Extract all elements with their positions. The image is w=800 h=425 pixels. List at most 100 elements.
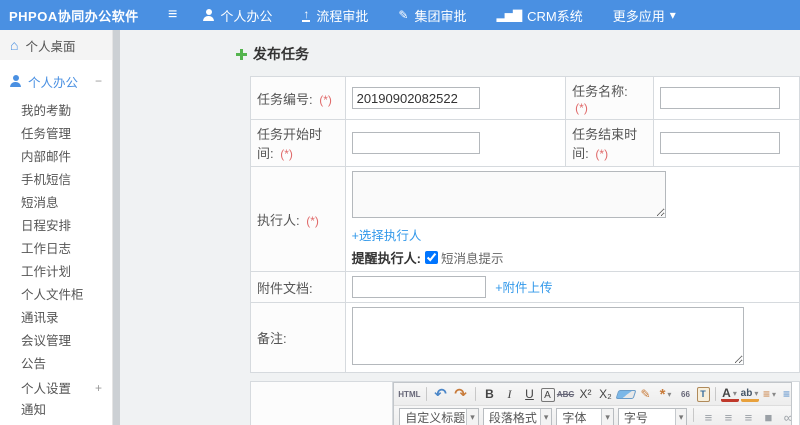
sms-remind-label: 短消息提示 <box>440 252 504 266</box>
font-color-button[interactable]: A <box>720 386 739 402</box>
undo-button[interactable]: ↶ <box>432 385 450 403</box>
sidebar-item[interactable]: 任务管理 <box>0 123 112 146</box>
sidebar-item[interactable]: 工作日志 <box>0 238 112 261</box>
top-nav: 个人办公 ↑ 流程审批 ✎ 集团审批 ▂▅▇ CRM系统 ▾ 更多应用 <box>203 6 705 25</box>
source-code-button[interactable]: HTML <box>398 385 420 403</box>
nav-crm-system[interactable]: ▂▅▇ CRM系统 <box>496 6 582 25</box>
sidebar-item[interactable]: 会议管理 <box>0 330 112 353</box>
required-mark: (*) <box>595 147 609 161</box>
caret-down-icon[interactable]: ▾ <box>466 408 478 425</box>
justify-button[interactable]: ■ <box>759 408 777 425</box>
sidebar-item-personal-desktop[interactable]: ⌂ 个人桌面 <box>0 30 112 60</box>
superscript-button[interactable]: X² <box>577 385 595 403</box>
align-right-button[interactable]: ≡ <box>739 408 757 425</box>
nav-group-approval[interactable]: ✎ 集团审批 <box>398 6 466 25</box>
nav-item-icon: ▂▅▇ <box>496 8 522 22</box>
nav-more-apps[interactable]: ▾ 更多应用 <box>613 6 676 25</box>
form-row-task-time: 任务开始时间: (*) 任务结束时间: (*) <box>250 119 800 167</box>
page-title: 发布任务 <box>236 44 800 64</box>
sidebar-section-label: 个人办公 <box>28 75 79 90</box>
dropdown-label: 字号 <box>623 410 648 425</box>
task-name-label-cell: 任务名称: (*) <box>565 76 654 120</box>
redo-button[interactable]: ↷ <box>452 385 470 403</box>
scrollbar-thumb[interactable] <box>113 30 120 425</box>
paste-as-text-button[interactable]: T <box>696 386 710 402</box>
caret-down-icon[interactable]: ▾ <box>601 408 613 425</box>
nav-item-icon <box>203 9 215 21</box>
sidebar-item-label: 个人桌面 <box>25 39 76 54</box>
ordered-list-button[interactable]: ≡ <box>761 385 779 403</box>
format-brush-button[interactable]: ✎ <box>637 385 655 403</box>
caret-down-icon[interactable]: ▾ <box>674 408 687 425</box>
blockquote-button[interactable]: 66 <box>677 385 695 403</box>
sidebar-item-notify[interactable]: 通知 <box>0 399 112 422</box>
font-frame-button[interactable]: A <box>540 388 555 402</box>
hamburger-menu-icon[interactable]: ≡ <box>168 7 177 23</box>
task-number-input[interactable] <box>351 87 480 109</box>
remove-format-button[interactable] <box>615 389 636 399</box>
end-time-input[interactable] <box>659 132 780 154</box>
underline-button[interactable]: U <box>521 385 539 403</box>
expand-plus-icon[interactable]: + <box>95 381 102 395</box>
font-size-select[interactable]: 字号 ▾ <box>617 407 688 425</box>
caret-down-icon[interactable]: ▾ <box>539 408 552 425</box>
dropdown-label: 字体 <box>562 410 587 425</box>
start-time-input[interactable] <box>351 132 480 154</box>
remark-textarea[interactable] <box>351 307 744 365</box>
sidebar-item[interactable]: 内部邮件 <box>0 146 112 169</box>
paragraph-format-select[interactable]: 段落格式 ▾ <box>482 407 553 425</box>
sidebar-item[interactable]: 个人文件柜 <box>0 284 112 307</box>
required-mark: (*) <box>575 101 588 115</box>
subscript-button[interactable]: X₂ <box>597 385 615 403</box>
sidebar-item-label: 个人设置 <box>21 382 72 396</box>
color-spray-button[interactable]: * <box>657 385 675 403</box>
page-title-text: 发布任务 <box>253 46 309 62</box>
nav-item-icon: ✎ <box>398 8 409 22</box>
executor-textarea[interactable] <box>351 171 666 218</box>
remind-executor-label: 提醒执行人: <box>351 251 421 266</box>
align-left-button[interactable]: ≡ <box>699 408 717 425</box>
editor-toolbar-button <box>474 387 476 401</box>
task-number-label: 任务编号: <box>257 91 313 107</box>
required-mark: (*) <box>280 147 293 161</box>
sidebar-scrollbar[interactable] <box>112 30 120 425</box>
nav-personal-office[interactable]: 个人办公 <box>203 6 272 25</box>
attachment-input[interactable] <box>351 276 486 298</box>
sidebar-item[interactable]: 通讯录 <box>0 307 112 330</box>
dropdown-label: 段落格式 <box>488 410 537 425</box>
highlight-color-button[interactable]: ab <box>740 387 759 402</box>
editor-label-cell <box>249 381 394 425</box>
task-name-input[interactable] <box>659 87 780 109</box>
nav-item-label: 更多应用 <box>612 8 665 24</box>
collapse-minus-icon[interactable]: − <box>95 74 102 88</box>
font-family-select[interactable]: 字体 ▾ <box>556 407 614 425</box>
task-number-label-cell: 任务编号: (*) <box>250 76 346 120</box>
sidebar-item[interactable]: 手机短信 <box>0 169 112 192</box>
executor-label: 执行人: <box>257 212 300 228</box>
nav-workflow-approval[interactable]: ↑ 流程审批 <box>302 6 368 25</box>
sms-remind-checkbox[interactable] <box>424 251 438 264</box>
strikethrough-button[interactable]: ABC <box>557 385 575 403</box>
align-center-button[interactable]: ≡ <box>719 408 737 425</box>
sidebar-item[interactable]: 公告 <box>0 353 112 376</box>
sidebar-section-personal-settings[interactable]: 个人设置 + <box>0 376 112 399</box>
editor-toolbar-button <box>714 387 716 401</box>
sidebar-item[interactable]: 工作计划 <box>0 261 112 284</box>
person-icon <box>10 75 21 87</box>
editor-toolbar-row-1: HTML↶↷BIUAABCX²X₂✎*66TAab≡≡ <box>394 383 792 406</box>
top-navigation-bar: PHPOA协同办公软件 ≡ 个人办公 ↑ 流程审批 ✎ 集团审批 ▂▅▇ CRM… <box>0 0 800 30</box>
link-button[interactable]: ∞ <box>779 408 792 425</box>
unordered-list-button[interactable]: ≡ <box>781 385 792 403</box>
sidebar-item[interactable]: 日程安排 <box>0 215 112 238</box>
select-executor-link[interactable]: +选择执行人 <box>352 229 422 243</box>
remark-label: 备注: <box>257 331 287 346</box>
publish-task-form: 任务编号: (*) 任务名称: (*) 任务开始时间: (*) <box>250 76 800 373</box>
attachment-upload-link[interactable]: +附件上传 <box>495 281 552 295</box>
custom-heading-select[interactable]: 自定义标题 ▾ <box>399 407 479 425</box>
sidebar-section-personal-office[interactable]: 个人办公 − <box>0 68 112 94</box>
bold-button[interactable]: B <box>481 385 499 403</box>
app-logo: PHPOA协同办公软件 <box>9 8 139 24</box>
sidebar-item[interactable]: 我的考勤 <box>0 100 112 123</box>
sidebar-item[interactable]: 短消息 <box>0 192 112 215</box>
italic-button[interactable]: I <box>501 385 519 403</box>
